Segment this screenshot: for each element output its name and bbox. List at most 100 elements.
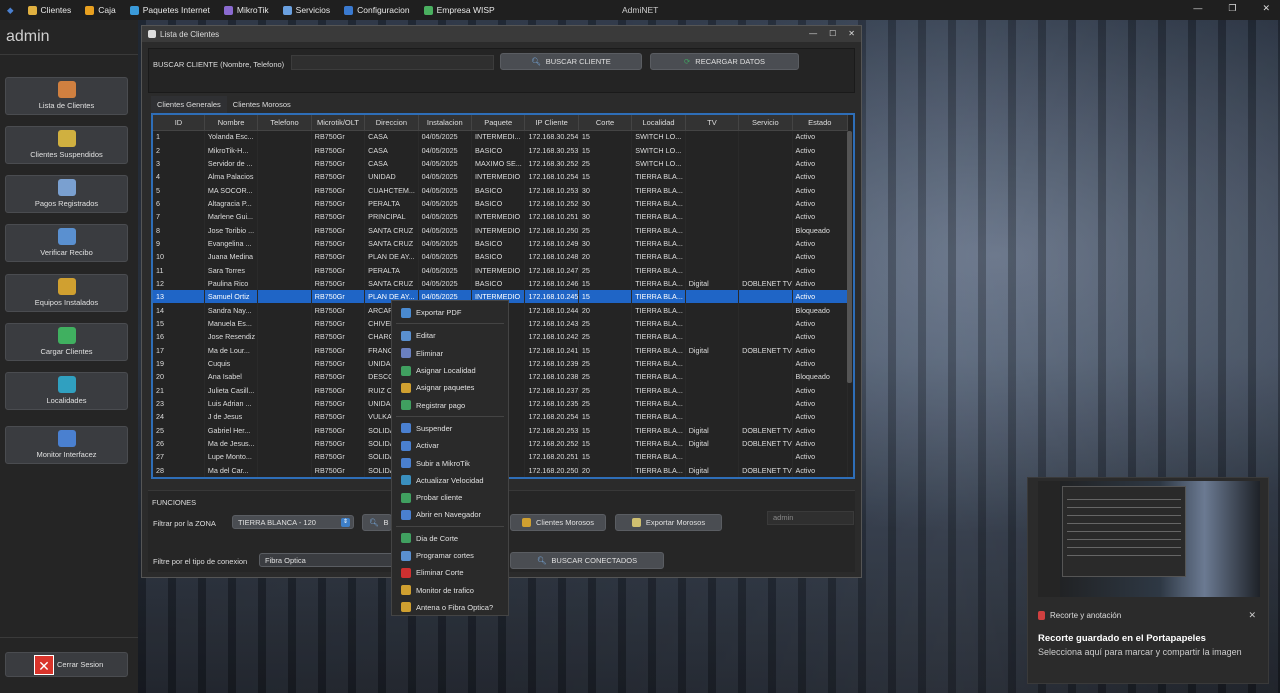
table-cell: RB750Gr bbox=[311, 263, 366, 277]
snip-notification[interactable]: Recorte y anotación ✕ Recorte guardado e… bbox=[1027, 477, 1269, 684]
table-cell: 04/05/2025 bbox=[418, 143, 473, 157]
table-cell: Activo bbox=[792, 170, 849, 184]
column-header[interactable]: TV bbox=[685, 115, 740, 131]
menu-label: Paquetes Internet bbox=[142, 5, 210, 15]
column-header[interactable]: Instalacion bbox=[418, 115, 473, 131]
context-item-editar[interactable]: Editar bbox=[392, 327, 508, 344]
table-row[interactable]: 4 Alma Palacios RB750Gr UNIDAD 04/05/2025 INT… bbox=[153, 170, 849, 184]
table-cell bbox=[257, 223, 312, 237]
context-item-exportar-pdf[interactable]: Exportar PDF bbox=[392, 304, 508, 321]
table-row[interactable]: 1 Yolanda Esc... RB750Gr CASA 04/05/2025 INTE… bbox=[153, 130, 849, 144]
window-close-button[interactable]: ✕ bbox=[848, 29, 855, 38]
table-cell: DOBLENET TV bbox=[738, 436, 793, 451]
clientes-morosos-button[interactable]: Clientes Morosos bbox=[510, 514, 606, 531]
table-row[interactable]: 3 Servidor de ... RB750Gr CASA 04/05/2025 MAX… bbox=[153, 156, 849, 171]
context-item-eliminar[interactable]: Eliminar bbox=[392, 345, 508, 362]
notification-close-button[interactable]: ✕ bbox=[1248, 610, 1256, 621]
table-row[interactable]: 5 MA SOCOR... RB750Gr CUAHCTEM... 04/05/2025… bbox=[153, 183, 849, 197]
menu-paquetes-internet[interactable]: Paquetes Internet bbox=[123, 5, 217, 15]
table-cell bbox=[257, 450, 312, 464]
table-cell: RB750Gr bbox=[311, 436, 366, 451]
menu-mikrotik[interactable]: MikroTik bbox=[217, 5, 276, 15]
user-field[interactable]: admin bbox=[767, 511, 854, 525]
window-maximize-button[interactable]: ☐ bbox=[829, 29, 836, 38]
sidebar-button-clientes-suspendidos[interactable]: Clientes Suspendidos bbox=[5, 126, 128, 164]
search-button[interactable]: 🔍︎ BUSCAR CLIENTE bbox=[500, 53, 642, 70]
table-row[interactable]: 9 Evangelina ... RB750Gr SANTA CRUZ 04/05/20… bbox=[153, 236, 849, 251]
context-item-subir-a-mikrotik[interactable]: Subir a MikroTik bbox=[392, 454, 508, 471]
column-header[interactable]: Microtik/OLT bbox=[311, 115, 366, 131]
context-item-abrir-en-navegador[interactable]: Abrir en Navegador bbox=[392, 506, 508, 523]
search-connected-button[interactable]: 🔍︎ BUSCAR CONECTADOS bbox=[510, 552, 664, 569]
table-cell: TIERRA BLA... bbox=[631, 250, 686, 264]
table-row[interactable]: 2 MikroTik-H... RB750Gr CASA 04/05/2025 BASIC… bbox=[153, 143, 849, 157]
reload-button[interactable]: ⟳ RECARGAR DATOS bbox=[650, 53, 799, 70]
column-header[interactable]: Corte bbox=[578, 115, 633, 131]
menu-servicios[interactable]: Servicios bbox=[276, 5, 337, 15]
column-header[interactable]: Servicio bbox=[738, 115, 793, 131]
zone-search-button[interactable]: 🔍︎ B bbox=[362, 514, 392, 531]
sidebar-button-monitor-interfacez[interactable]: Monitor Interfacez bbox=[5, 426, 128, 464]
menu-caja[interactable]: Caja bbox=[78, 5, 122, 15]
table-cell: BASICO bbox=[471, 143, 526, 157]
sidebar-button-label: Clientes Suspendidos bbox=[30, 150, 103, 159]
table-row[interactable]: 11 Sara Torres RB750Gr PERALTA 04/05/2025 INT… bbox=[153, 263, 849, 277]
context-item-antena-o-fibra-optica-[interactable]: Antena o Fibra Optica? bbox=[392, 599, 508, 616]
export-morosos-button[interactable]: Exportar Morosos bbox=[615, 514, 722, 531]
column-header[interactable]: IP Cliente bbox=[524, 115, 579, 131]
window-minimize-button[interactable]: — bbox=[809, 29, 817, 38]
table-row[interactable]: 10 Juana Medina RB750Gr PLAN DE AY... 04/05/… bbox=[153, 250, 849, 264]
menu-empresa-wisp[interactable]: Empresa WISP bbox=[417, 5, 502, 15]
table-row[interactable]: 6 Altagracia P... RB750Gr PERALTA 04/05/2025… bbox=[153, 196, 849, 211]
table-cell: 9 bbox=[153, 236, 205, 251]
column-header[interactable]: Nombre bbox=[204, 115, 259, 131]
table-cell: 19 bbox=[153, 356, 205, 371]
notification-title: Recorte guardado en el Portapapeles bbox=[1038, 633, 1206, 644]
table-row[interactable]: 12 Paulina Rico RB750Gr SANTA CRUZ 04/05/202… bbox=[153, 276, 849, 291]
context-item-monitor-de-trafico[interactable]: Monitor de trafico bbox=[392, 581, 508, 598]
table-cell: 28 bbox=[153, 463, 205, 477]
context-item-eliminar-corte[interactable]: Eliminar Corte bbox=[392, 564, 508, 581]
table-cell: 172.168.10.248 bbox=[524, 250, 579, 264]
context-item-suspender[interactable]: Suspender bbox=[392, 420, 508, 437]
logout-button[interactable]: ✕ Cerrar Sesion bbox=[5, 652, 128, 677]
menu-configuracion[interactable]: Configuracion bbox=[337, 5, 416, 15]
column-header[interactable]: ID bbox=[153, 115, 205, 131]
table-scrollbar[interactable] bbox=[847, 131, 852, 383]
context-item-programar-cortes[interactable]: Programar cortes bbox=[392, 547, 508, 564]
context-item-registrar-pago[interactable]: Registrar pago bbox=[392, 396, 508, 413]
sidebar-button-lista-de-clientes[interactable]: Lista de Clientes bbox=[5, 77, 128, 115]
sidebar-button-cargar-clientes[interactable]: Cargar Clientes bbox=[5, 323, 128, 361]
maximize-button[interactable]: ❐ bbox=[1228, 3, 1236, 14]
column-header[interactable]: Estado bbox=[792, 115, 849, 131]
sidebar-button-pagos-registrados[interactable]: Pagos Registrados bbox=[5, 175, 128, 213]
close-button[interactable]: ✕ bbox=[1262, 3, 1270, 14]
context-item-dia-de-corte[interactable]: Dia de Corte bbox=[392, 530, 508, 547]
context-item-probar-cliente[interactable]: Probar cliente bbox=[392, 489, 508, 506]
table-row[interactable]: 8 Jose Toribio ... RB750Gr SANTA CRUZ 04/05/… bbox=[153, 223, 849, 237]
column-header[interactable]: Telefono bbox=[257, 115, 312, 131]
table-cell: 25 bbox=[578, 356, 633, 371]
sidebar-button-equipos-instalados[interactable]: Equipos Instalados bbox=[5, 274, 128, 312]
context-item-actualizar-velocidad[interactable]: Actualizar Velocidad bbox=[392, 472, 508, 489]
column-header[interactable]: Localidad bbox=[631, 115, 686, 131]
context-item-asignar-paquetes[interactable]: Asignar paquetes bbox=[392, 379, 508, 396]
column-header[interactable]: Direccion bbox=[364, 115, 419, 131]
minimize-button[interactable]: — bbox=[1193, 3, 1202, 14]
search-input[interactable] bbox=[291, 55, 494, 70]
context-item-asignar-localidad[interactable]: Asignar Localidad bbox=[392, 362, 508, 379]
table-cell: TIERRA BLA... bbox=[631, 383, 686, 397]
table-row[interactable]: 7 Marlene Gui... RB750Gr PRINCIPAL 04/05/202… bbox=[153, 210, 849, 224]
sidebar-button-localidades[interactable]: Localidades bbox=[5, 372, 128, 410]
sidebar-button-label: Localidades bbox=[46, 396, 87, 405]
logout-label: Cerrar Sesion bbox=[57, 660, 104, 669]
sidebar-button-verificar-recibo[interactable]: Verificar Recibo bbox=[5, 224, 128, 262]
connection-select[interactable]: Fibra Optica bbox=[259, 553, 394, 567]
column-header[interactable]: Paquete bbox=[471, 115, 526, 131]
screenshot-thumbnail[interactable] bbox=[1038, 481, 1260, 597]
context-item-activar[interactable]: Activar bbox=[392, 437, 508, 454]
zone-select[interactable]: TIERRA BLANCA - 120 ⇕ bbox=[232, 515, 354, 529]
menu-clientes[interactable]: Clientes bbox=[21, 5, 79, 15]
sidebar-button-label: Cargar Clientes bbox=[40, 347, 93, 356]
table-cell: RB750Gr bbox=[311, 276, 366, 291]
